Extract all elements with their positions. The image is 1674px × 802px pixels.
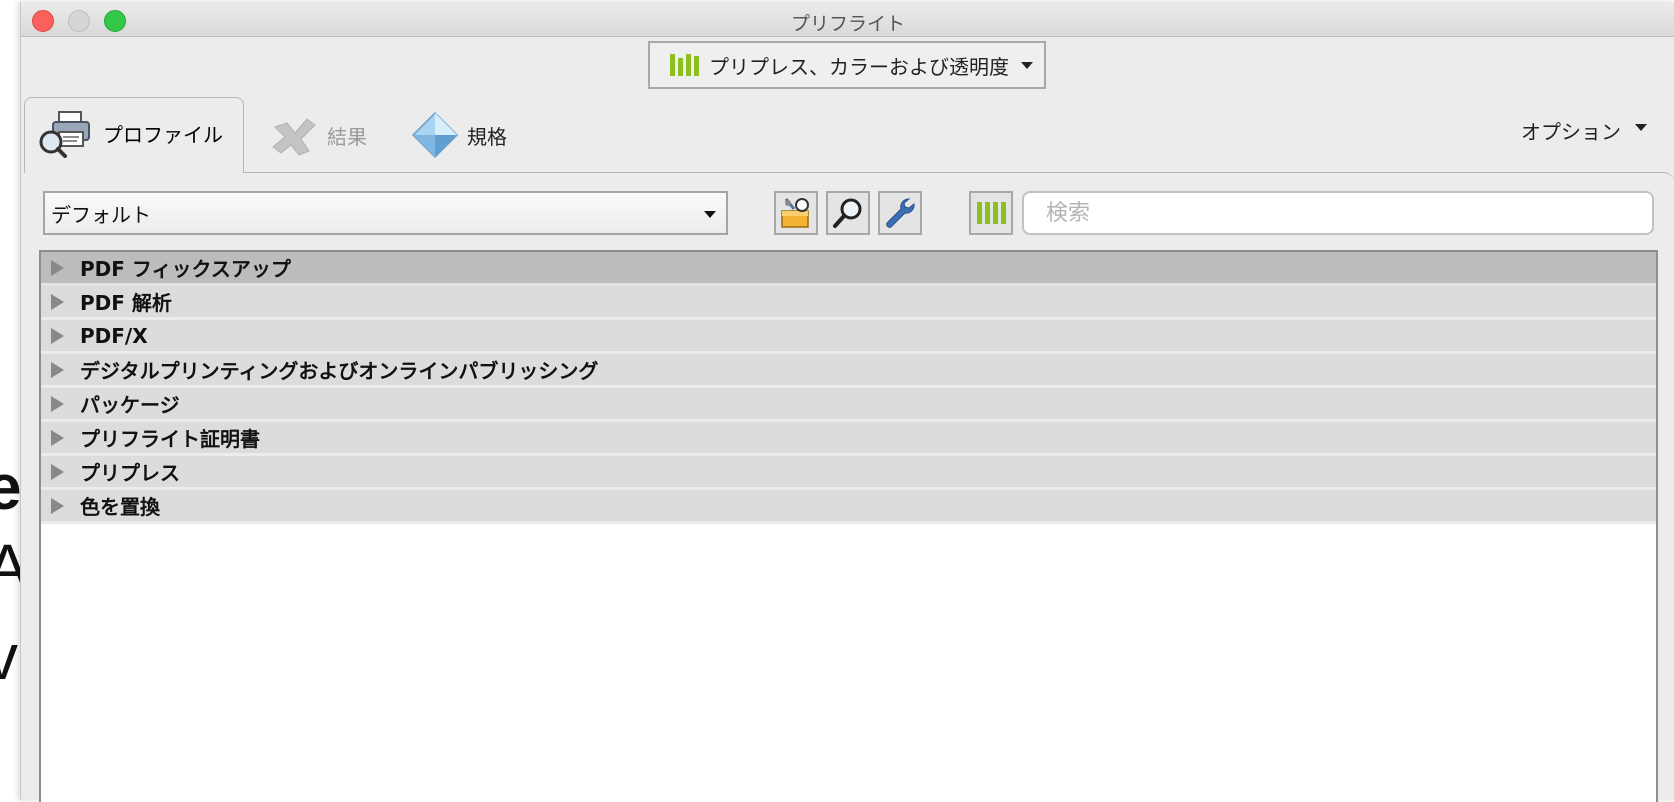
tree-row-label: PDF/X [80,323,148,348]
background-text-3: v [0,621,18,693]
tree-row[interactable]: 色を置換 [41,490,1656,524]
inspect-button[interactable] [826,191,870,235]
tree-row[interactable]: デジタルプリンティングおよびオンラインパブリッシング [41,354,1656,388]
wrench-icon [886,198,915,228]
tab-standards-label: 規格 [467,124,507,149]
profile-type-filter-button[interactable] [969,191,1013,235]
magnifier-icon [833,198,862,228]
x-mark-icon [272,118,316,156]
profile-group-select[interactable]: デフォルト [43,191,728,235]
options-menu[interactable]: オプション [1521,116,1647,145]
disclosure-triangle-icon[interactable] [51,327,64,344]
title-bar[interactable]: プリフライト [21,2,1674,37]
tree-row[interactable]: PDF フィックスアップ [41,252,1656,286]
tree-row-label: デジタルプリンティングおよびオンラインパブリッシング [80,359,599,383]
bars-chart-icon [670,54,699,76]
tree-row-label: プリプレス [80,461,180,485]
tab-standards[interactable]: 規格 [411,106,507,164]
bars-chart-icon [976,202,1006,224]
disclosure-triangle-icon[interactable] [51,429,64,446]
disclosure-triangle-icon[interactable] [51,463,64,480]
chevron-down-icon [704,211,716,218]
tab-profiles[interactable]: プロファイル [37,104,223,162]
chevron-down-icon [1021,61,1033,69]
disclosure-triangle-icon[interactable] [51,395,64,412]
edit-profile-button[interactable] [878,191,922,235]
tree-row[interactable]: PDF/X [41,320,1656,354]
tab-results[interactable]: 結果 [269,106,367,164]
tree-row[interactable]: プリプレス [41,456,1656,490]
tree-row-label: 色を置換 [80,495,160,519]
preflight-window: プリフライト プリプレス、カラーおよび透明度 プロファイル 結果 規格 オプショ… [20,2,1674,802]
profile-group-value: デフォルト [51,202,151,227]
fixup-button[interactable] [774,191,818,235]
disclosure-triangle-icon[interactable] [51,259,64,276]
tree-row[interactable]: プリフライト証明書 [41,422,1656,456]
fixup-toolbox-icon [781,198,809,228]
tree-row-label: PDF フィックスアップ [80,257,291,281]
preflight-mode-dropdown[interactable]: プリプレス、カラーおよび透明度 [648,41,1046,89]
disclosure-triangle-icon[interactable] [51,361,64,378]
tab-results-label: 結果 [327,124,367,149]
disclosure-triangle-icon[interactable] [51,293,64,310]
search-input[interactable] [1022,191,1654,235]
chevron-down-icon [1635,124,1647,131]
tree-row[interactable]: PDF 解析 [41,286,1656,320]
tree-row[interactable]: パッケージ [41,388,1656,422]
preflight-mode-label: プリプレス、カラーおよび透明度 [709,54,1009,79]
window-title: プリフライト [790,13,905,35]
tree-row-label: PDF 解析 [80,291,172,315]
tree-row-label: プリフライト証明書 [80,427,260,451]
printer-magnifier-icon [39,111,90,158]
background-text-1: e [0,451,22,523]
tree-row-label: パッケージ [80,393,180,417]
options-label: オプション [1521,120,1621,144]
tab-profiles-label: プロファイル [103,122,223,147]
profile-tree: PDF フィックスアップ PDF 解析 PDF/X デジタルプリンティングおよび… [39,250,1658,802]
diamond-icon [411,111,459,159]
disclosure-triangle-icon[interactable] [51,497,64,514]
